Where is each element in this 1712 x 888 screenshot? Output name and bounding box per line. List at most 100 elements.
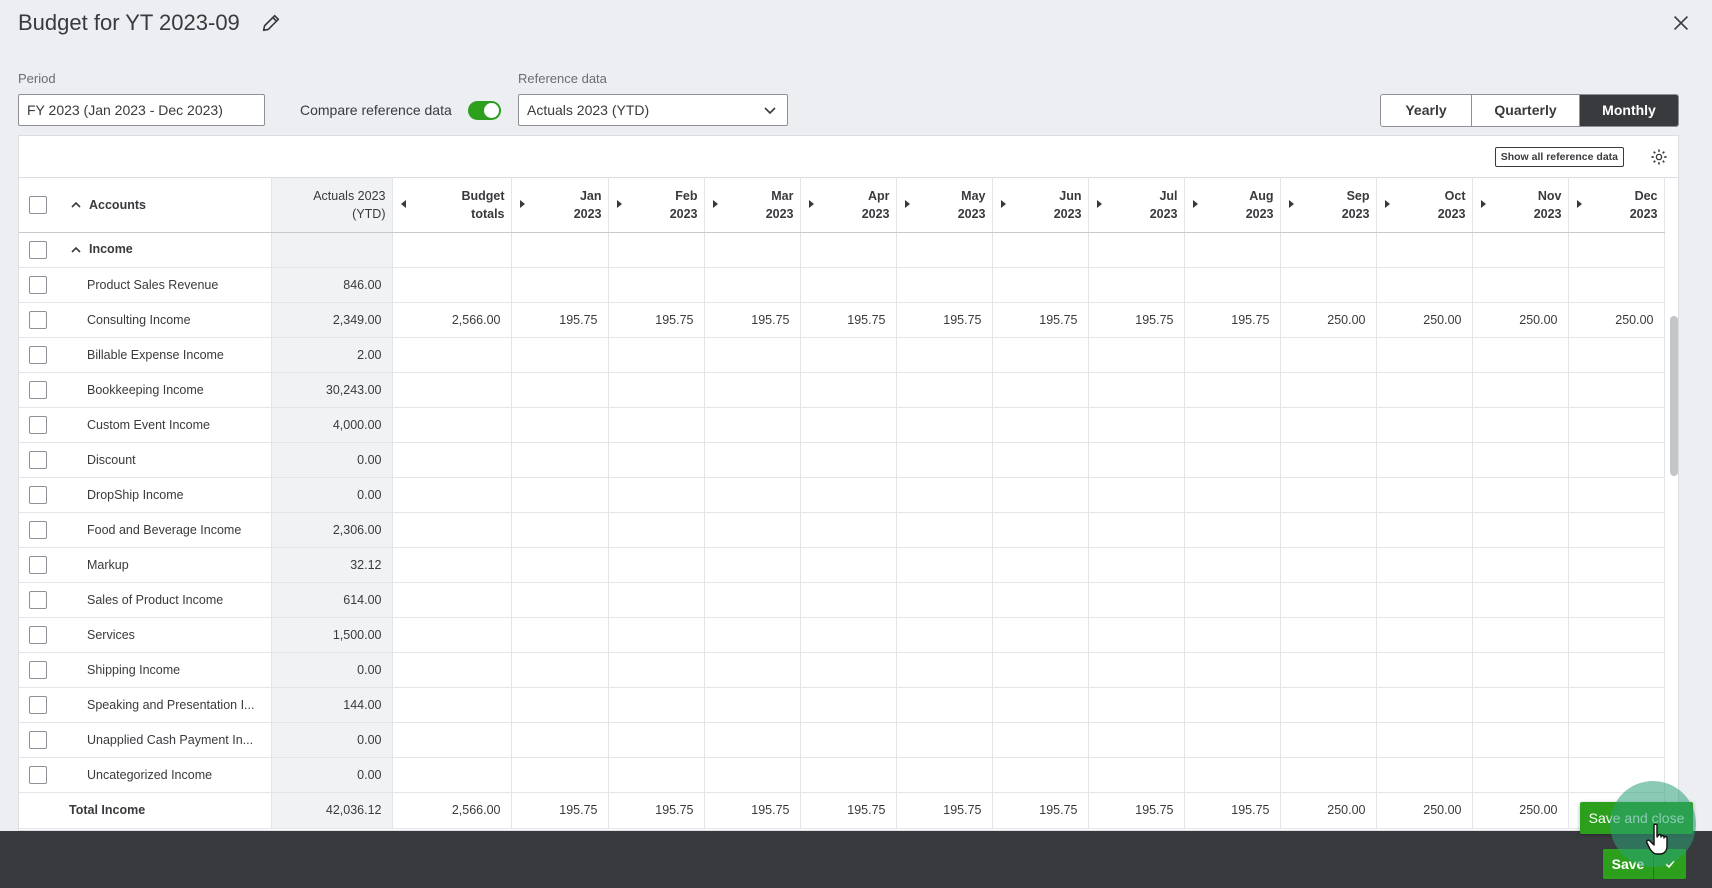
month-budget-cell[interactable]	[800, 757, 897, 793]
month-budget-cell[interactable]	[704, 547, 801, 583]
month-budget-cell[interactable]	[1472, 372, 1569, 408]
row-checkbox[interactable]	[29, 730, 47, 749]
month-budget-cell[interactable]	[704, 267, 801, 303]
compare-reference-toggle[interactable]	[468, 101, 501, 120]
budget-total-cell[interactable]	[392, 547, 512, 583]
month-budget-cell[interactable]	[608, 407, 705, 443]
month-budget-cell[interactable]: 195.75	[704, 302, 801, 338]
month-budget-cell[interactable]	[896, 267, 993, 303]
month-budget-cell[interactable]	[992, 372, 1089, 408]
month-budget-cell[interactable]: 250.00	[1472, 302, 1569, 338]
month-budget-cell[interactable]	[1376, 477, 1473, 513]
expand-arrow-icon[interactable]	[1480, 200, 1486, 208]
month-budget-cell[interactable]: 195.75	[1088, 302, 1185, 338]
month-budget-cell[interactable]	[1184, 337, 1281, 373]
month-budget-cell[interactable]	[800, 547, 897, 583]
month-budget-cell[interactable]	[1088, 337, 1185, 373]
month-budget-cell[interactable]	[608, 757, 705, 793]
month-budget-cell[interactable]	[608, 617, 705, 653]
month-budget-cell[interactable]: 250.00	[1280, 302, 1377, 338]
budget-total-cell[interactable]: 2,566.00	[392, 302, 512, 338]
month-budget-cell[interactable]	[992, 267, 1089, 303]
month-budget-cell[interactable]	[992, 757, 1089, 793]
month-budget-cell[interactable]	[1472, 337, 1569, 373]
month-budget-cell[interactable]	[992, 687, 1089, 723]
month-budget-cell[interactable]	[1472, 512, 1569, 548]
row-checkbox[interactable]	[29, 450, 47, 469]
month-budget-cell[interactable]	[1568, 512, 1665, 548]
month-budget-cell[interactable]	[511, 372, 609, 408]
month-budget-cell[interactable]	[1472, 722, 1569, 758]
month-budget-cell[interactable]	[1472, 687, 1569, 723]
month-budget-cell[interactable]	[704, 442, 801, 478]
vertical-scrollbar[interactable]	[1670, 316, 1678, 476]
month-budget-cell[interactable]	[1376, 617, 1473, 653]
row-checkbox[interactable]	[29, 625, 47, 644]
month-budget-cell[interactable]	[1376, 547, 1473, 583]
month-budget-cell[interactable]	[1088, 372, 1185, 408]
month-budget-cell[interactable]: 195.75	[608, 302, 705, 338]
row-checkbox[interactable]	[29, 660, 47, 679]
month-budget-cell[interactable]: 250.00	[1376, 302, 1473, 338]
month-budget-cell[interactable]	[608, 652, 705, 688]
month-budget-cell[interactable]	[1088, 512, 1185, 548]
month-budget-cell[interactable]	[992, 477, 1089, 513]
month-budget-cell[interactable]	[1472, 477, 1569, 513]
month-budget-cell[interactable]	[800, 407, 897, 443]
month-budget-cell[interactable]	[1088, 757, 1185, 793]
month-budget-cell[interactable]	[1568, 267, 1665, 303]
month-budget-cell[interactable]	[800, 477, 897, 513]
month-budget-cell[interactable]	[608, 337, 705, 373]
save-button[interactable]: Save	[1603, 849, 1653, 879]
month-budget-cell[interactable]	[896, 372, 993, 408]
month-budget-cell[interactable]	[1472, 407, 1569, 443]
month-budget-cell[interactable]	[1280, 372, 1377, 408]
month-budget-cell[interactable]	[992, 337, 1089, 373]
month-budget-cell[interactable]	[1184, 582, 1281, 618]
month-budget-cell[interactable]	[896, 407, 993, 443]
month-budget-cell[interactable]	[704, 722, 801, 758]
row-checkbox[interactable]	[29, 275, 47, 294]
month-budget-cell[interactable]	[1568, 372, 1665, 408]
month-budget-cell[interactable]	[1088, 477, 1185, 513]
month-budget-cell[interactable]	[608, 687, 705, 723]
month-budget-cell[interactable]	[608, 547, 705, 583]
month-budget-cell[interactable]	[1376, 722, 1473, 758]
month-budget-cell[interactable]	[608, 477, 705, 513]
month-budget-cell[interactable]	[608, 512, 705, 548]
budget-total-cell[interactable]	[392, 267, 512, 303]
month-budget-cell[interactable]	[1184, 722, 1281, 758]
row-checkbox[interactable]	[29, 555, 47, 574]
month-budget-cell[interactable]	[896, 582, 993, 618]
month-budget-cell[interactable]	[608, 582, 705, 618]
month-budget-cell[interactable]: 195.75	[511, 302, 609, 338]
pencil-icon[interactable]	[260, 12, 282, 34]
close-icon[interactable]	[1670, 12, 1692, 34]
month-budget-cell[interactable]	[511, 337, 609, 373]
section-checkbox[interactable]	[29, 240, 47, 259]
month-budget-cell[interactable]	[511, 652, 609, 688]
month-budget-cell[interactable]	[800, 372, 897, 408]
accounts-header[interactable]: Accounts	[69, 178, 272, 233]
month-budget-cell[interactable]	[1376, 407, 1473, 443]
month-budget-cell[interactable]	[1184, 407, 1281, 443]
month-budget-cell[interactable]	[1568, 687, 1665, 723]
month-budget-cell[interactable]	[1280, 722, 1377, 758]
month-budget-cell[interactable]	[1184, 372, 1281, 408]
row-checkbox[interactable]	[29, 415, 47, 434]
expand-arrow-icon[interactable]	[1192, 200, 1198, 208]
month-budget-cell[interactable]	[1280, 687, 1377, 723]
month-budget-cell[interactable]	[896, 547, 993, 583]
month-budget-cell[interactable]	[896, 757, 993, 793]
month-budget-cell[interactable]	[1088, 582, 1185, 618]
budget-total-cell[interactable]	[392, 337, 512, 373]
month-budget-cell[interactable]	[992, 407, 1089, 443]
expand-arrow-icon[interactable]	[1288, 200, 1294, 208]
month-budget-cell[interactable]: 250.00	[1568, 302, 1665, 338]
expand-arrow-icon[interactable]	[1000, 200, 1006, 208]
month-budget-cell[interactable]	[800, 512, 897, 548]
month-budget-cell[interactable]	[1376, 442, 1473, 478]
section-label-cell[interactable]: Income	[69, 232, 272, 268]
month-budget-cell[interactable]	[800, 722, 897, 758]
budget-total-cell[interactable]	[392, 372, 512, 408]
